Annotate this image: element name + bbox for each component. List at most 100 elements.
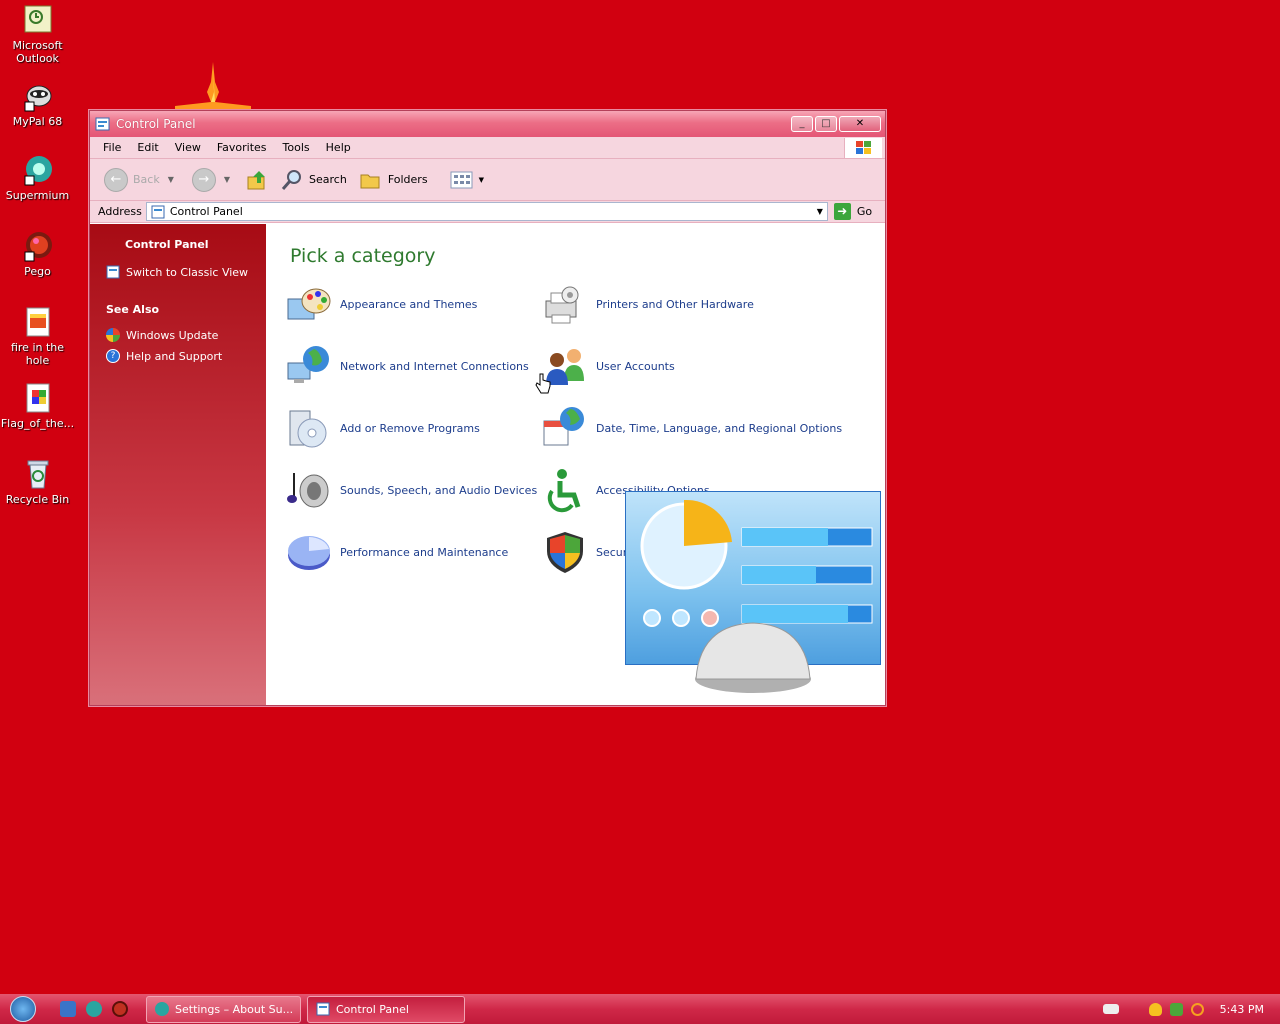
recycle-bin-icon: [22, 458, 54, 490]
outlook-icon: [22, 4, 54, 36]
image-file-icon: [22, 382, 54, 414]
sidebar: Control Panel Switch to Classic View See…: [90, 224, 266, 705]
desktop-icon-label: MyPal 68: [12, 115, 63, 128]
category-add-remove-programs[interactable]: Add or Remove Programs: [286, 405, 480, 451]
address-label: Address: [98, 205, 142, 218]
category-printers[interactable]: Printers and Other Hardware: [542, 281, 754, 327]
hand-cursor-icon: [535, 373, 551, 394]
help-icon: ?: [106, 349, 120, 363]
category-date-time[interactable]: Date, Time, Language, and Regional Optio…: [542, 405, 842, 451]
menu-help[interactable]: Help: [318, 141, 359, 154]
search-icon[interactable]: [1190, 1002, 1204, 1016]
desktop-icon-supermium[interactable]: Supermium: [0, 154, 75, 202]
title-bar[interactable]: Control Panel _ □ ✕: [90, 111, 885, 137]
pego-icon: [22, 230, 54, 262]
category-appearance[interactable]: Appearance and Themes: [286, 281, 477, 327]
category-user-accounts[interactable]: User Accounts: [542, 343, 675, 389]
control-panel-icon: [151, 205, 165, 218]
taskbar-button-settings[interactable]: Settings – About Su...: [146, 995, 301, 1023]
forward-arrow-icon: →: [191, 167, 216, 192]
switch-classic-view-link[interactable]: Switch to Classic View: [90, 265, 266, 279]
category-label: Performance and Maintenance: [340, 545, 509, 559]
category-area: Pick a category Appearance and Themes Pr…: [266, 224, 885, 705]
ie-icon[interactable]: [60, 1001, 76, 1017]
supermium-icon[interactable]: [86, 1001, 102, 1017]
windows-orb-icon: [10, 996, 36, 1022]
desktop-icon-pego[interactable]: Pego: [0, 230, 75, 278]
printer-icon: [545, 286, 579, 324]
category-label: User Accounts: [596, 359, 675, 373]
desktop-icon-label: fire in the hole: [10, 341, 65, 367]
appearance-icon: [287, 288, 331, 320]
security-shield-icon[interactable]: [1148, 1002, 1162, 1016]
windows-update-link[interactable]: Windows Update: [90, 328, 266, 342]
desktop-icon-outlook[interactable]: Microsoft Outlook: [0, 4, 75, 65]
menu-tools[interactable]: Tools: [275, 141, 318, 154]
close-button[interactable]: ✕: [839, 116, 881, 132]
folders-icon: [360, 174, 380, 188]
category-label: Appearance and Themes: [340, 297, 478, 311]
accessibility-icon: [547, 469, 581, 513]
menu-view[interactable]: View: [167, 141, 209, 154]
go-button[interactable]: ➜ Go: [833, 203, 872, 220]
pego-icon[interactable]: [112, 1001, 128, 1017]
forward-dropdown-icon[interactable]: ▼: [224, 175, 230, 184]
wallpaper-flame-graphic: [175, 62, 251, 110]
category-label: Network and Internet Connections: [340, 359, 529, 373]
security-shield-icon: [547, 532, 583, 573]
category-label: Date, Time, Language, and Regional Optio…: [596, 421, 843, 435]
window-title: Control Panel: [116, 117, 196, 131]
maximize-button[interactable]: □: [815, 116, 837, 132]
back-arrow-icon: ←: [104, 167, 128, 192]
supermium-icon: [155, 1002, 169, 1016]
search-button[interactable]: Search: [276, 166, 351, 194]
views-icon: [450, 171, 473, 188]
desktop-icon-mypal[interactable]: MyPal 68: [0, 80, 75, 128]
desktop-icon-label: Microsoft Outlook: [12, 39, 63, 65]
category-label: Sounds, Speech, and Audio Devices: [340, 483, 538, 497]
desktop-icon-label: Flag_of_the...: [0, 417, 75, 430]
category-sounds[interactable]: Sounds, Speech, and Audio Devices: [286, 467, 537, 513]
control-panel-icon: [95, 117, 110, 131]
clock[interactable]: 5:43 PM: [1220, 1003, 1264, 1016]
desktop-icon-flag[interactable]: Flag_of_the...: [0, 382, 75, 430]
taskbar: Settings – About Su... Control Panel 5:4…: [0, 994, 1280, 1024]
views-dropdown-icon: ▼: [478, 175, 484, 184]
performance-graphic-base: [695, 622, 811, 693]
category-network[interactable]: Network and Internet Connections: [286, 343, 529, 389]
back-button[interactable]: ← Back: [100, 166, 164, 194]
control-panel-window: Control Panel _ □ ✕ File Edit View Favor…: [89, 110, 886, 706]
back-dropdown-icon[interactable]: ▼: [168, 175, 174, 184]
quick-launch: [60, 1001, 128, 1017]
start-button[interactable]: [0, 994, 46, 1024]
help-support-link[interactable]: ? Help and Support: [90, 349, 266, 363]
forward-button[interactable]: →: [188, 166, 220, 194]
search-icon: [281, 169, 302, 190]
menu-edit[interactable]: Edit: [129, 141, 166, 154]
up-folder-button[interactable]: [242, 167, 272, 193]
minimize-button[interactable]: _: [791, 116, 813, 132]
taskbar-button-control-panel[interactable]: Control Panel: [307, 995, 465, 1023]
desktop-icon-label: Recycle Bin: [5, 493, 70, 506]
desktop-icon-fire-in-the-hole[interactable]: fire in the hole: [0, 306, 75, 367]
desktop-icon-recycle-bin[interactable]: Recycle Bin: [0, 458, 75, 506]
image-file-icon: [22, 306, 54, 338]
page-title: Pick a category: [290, 245, 436, 267]
address-value: Control Panel: [169, 205, 243, 218]
go-arrow-icon: ➜: [833, 203, 851, 220]
folders-button[interactable]: Folders: [355, 167, 432, 193]
menu-file[interactable]: File: [95, 141, 129, 154]
windows-update-icon: [106, 328, 120, 342]
control-panel-icon: [316, 1002, 330, 1016]
address-input[interactable]: Control Panel ▼: [145, 202, 828, 221]
network-icon[interactable]: [1169, 1002, 1183, 1016]
menu-favorites[interactable]: Favorites: [209, 141, 275, 154]
address-dropdown-icon[interactable]: ▼: [813, 207, 827, 216]
address-bar: Address Control Panel ▼ ➜ Go: [90, 201, 885, 223]
up-folder-icon: [247, 170, 266, 189]
date-time-icon: [543, 407, 584, 446]
mypal-icon: [22, 80, 54, 112]
keyboard-icon[interactable]: [1102, 1004, 1119, 1014]
category-performance[interactable]: Performance and Maintenance: [286, 529, 508, 575]
views-button[interactable]: ▼: [446, 168, 488, 192]
